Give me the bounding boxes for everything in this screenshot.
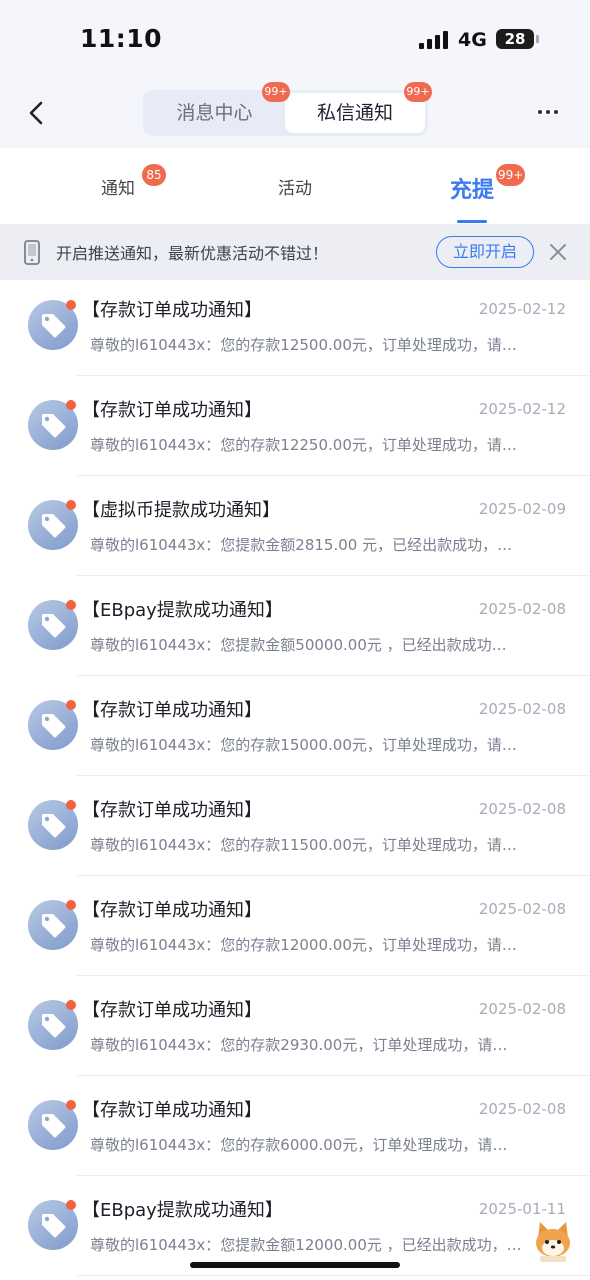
message-item[interactable]: 【存款订单成功通知】 2025-02-12 尊敬的l610443x：您的存款1250… [0, 276, 590, 376]
message-preview: 尊敬的l610443x：您的存款11500.00元，订单处理成功，请… [90, 836, 517, 854]
message-item[interactable]: 【虚拟币提款成功通知】 2025-02-09 尊敬的l610443x：您提款金额28… [0, 476, 590, 576]
message-preview: 尊敬的l610443x：您提款金额2815.00 元，已经出款成功，… [90, 536, 513, 554]
message-item[interactable]: 【存款订单成功通知】 2025-02-12 尊敬的l610443x：您的存款1225… [0, 376, 590, 476]
message-preview: 尊敬的l610443x：您的存款6000.00元，订单处理成功，请… [90, 1136, 508, 1154]
message-preview: 尊敬的l610443x：您的存款12000.00元，订单处理成功，请… [90, 936, 517, 954]
battery-icon: 28 [496, 29, 534, 49]
message-date: 2025-02-12 [478, 300, 566, 318]
home-indicator [190, 1262, 400, 1268]
category-tabs: 通知 85 活动 充提 99+ [0, 152, 590, 224]
tab-activity[interactable]: 活动 [278, 174, 312, 199]
message-title: 【EBpay提款成功通知】 [82, 600, 283, 621]
message-preview: 尊敬的l610443x：您提款金额50000.00元 ，已经出款成功… [90, 636, 507, 654]
segment-private-notice[interactable]: 私信通知 [285, 93, 425, 133]
unread-dot [66, 900, 76, 910]
message-title: 【存款订单成功通知】 [82, 1100, 262, 1121]
unread-dot [66, 1200, 76, 1210]
unread-dot [66, 1100, 76, 1110]
message-preview: 尊敬的l610443x：您的存款12250.00元，订单处理成功，请… [90, 436, 517, 454]
unread-dot [66, 800, 76, 810]
divider [76, 1275, 590, 1276]
enable-push-button[interactable]: 立即开启 [436, 236, 534, 268]
message-date: 2025-02-08 [478, 1000, 566, 1018]
message-preview: 尊敬的l610443x：您的存款15000.00元，订单处理成功，请… [90, 736, 517, 754]
message-preview: 尊敬的l610443x：您的存款2930.00元，订单处理成功，请… [90, 1036, 508, 1054]
message-date: 2025-02-08 [478, 600, 566, 618]
message-title: 【存款订单成功通知】 [82, 900, 262, 921]
tab-notice[interactable]: 通知 [101, 174, 135, 199]
status-time: 11:10 [80, 24, 163, 53]
message-date: 2025-02-08 [478, 900, 566, 918]
back-arrow-icon[interactable] [22, 98, 52, 128]
message-item[interactable]: 【EBpay提款成功通知】 2025-01-11 尊敬的l610443x：您提款金额… [0, 1176, 590, 1276]
unread-dot [66, 300, 76, 310]
message-date: 2025-02-08 [478, 800, 566, 818]
message-title: 【存款订单成功通知】 [82, 300, 262, 321]
banner-text: 开启推送通知，最新优惠活动不错过！ [56, 244, 329, 263]
message-item[interactable]: 【存款订单成功通知】 2025-02-08 尊敬的l610443x：您的存款1150… [0, 776, 590, 876]
message-item[interactable]: 【EBpay提款成功通知】 2025-02-08 尊敬的l610443x：您提款金额… [0, 576, 590, 676]
message-title: 【存款订单成功通知】 [82, 1000, 262, 1021]
unread-dot [66, 1000, 76, 1010]
tab-notice-badge: 85 [142, 164, 166, 186]
message-title: 【存款订单成功通知】 [82, 400, 262, 421]
network-type: 4G [458, 29, 487, 51]
shiba-mascot-icon[interactable] [530, 1218, 576, 1264]
unread-dot [66, 500, 76, 510]
message-title: 【EBpay提款成功通知】 [82, 1200, 283, 1221]
message-preview: 尊敬的l610443x：您的存款12500.00元，订单处理成功，请… [90, 336, 517, 354]
message-preview: 尊敬的l610443x：您提款金额12000.00元 ，已经出款成功，… [90, 1236, 522, 1254]
tab-deposit-withdraw[interactable]: 充提 [450, 172, 494, 204]
segment-message-center-badge: 99+ [262, 82, 290, 102]
message-item[interactable]: 【存款订单成功通知】 2025-02-08 尊敬的l610443x：您的存款2930… [0, 976, 590, 1076]
message-title: 【存款订单成功通知】 [82, 700, 262, 721]
header: 消息中心 私信通知 99+ 99+ [0, 80, 590, 148]
message-date: 2025-01-11 [478, 1200, 566, 1218]
push-banner: 开启推送通知，最新优惠活动不错过！ 立即开启 [0, 224, 590, 280]
battery-tip [536, 35, 539, 43]
segment-private-notice-badge: 99+ [404, 82, 432, 102]
message-date: 2025-02-08 [478, 1100, 566, 1118]
close-icon[interactable] [548, 242, 568, 262]
unread-dot [66, 600, 76, 610]
message-date: 2025-02-08 [478, 700, 566, 718]
message-date: 2025-02-09 [478, 500, 566, 518]
message-title: 【存款订单成功通知】 [82, 800, 262, 821]
message-date: 2025-02-12 [478, 400, 566, 418]
signal-icon [419, 31, 449, 49]
message-item[interactable]: 【存款订单成功通知】 2025-02-08 尊敬的l610443x：您的存款1200… [0, 876, 590, 976]
more-icon[interactable] [536, 100, 560, 124]
unread-dot [66, 700, 76, 710]
message-item[interactable]: 【存款订单成功通知】 2025-02-08 尊敬的l610443x：您的存款1500… [0, 676, 590, 776]
active-tab-indicator [457, 220, 487, 223]
unread-dot [66, 400, 76, 410]
phone-icon [24, 240, 40, 265]
message-title: 【虚拟币提款成功通知】 [82, 500, 280, 521]
segment-message-center[interactable]: 消息中心 [146, 93, 283, 133]
status-bar: 11:10 4G 28 [0, 0, 590, 80]
message-item[interactable]: 【存款订单成功通知】 2025-02-08 尊敬的l610443x：您的存款6000… [0, 1076, 590, 1176]
tab-deposit-withdraw-badge: 99+ [496, 164, 526, 186]
